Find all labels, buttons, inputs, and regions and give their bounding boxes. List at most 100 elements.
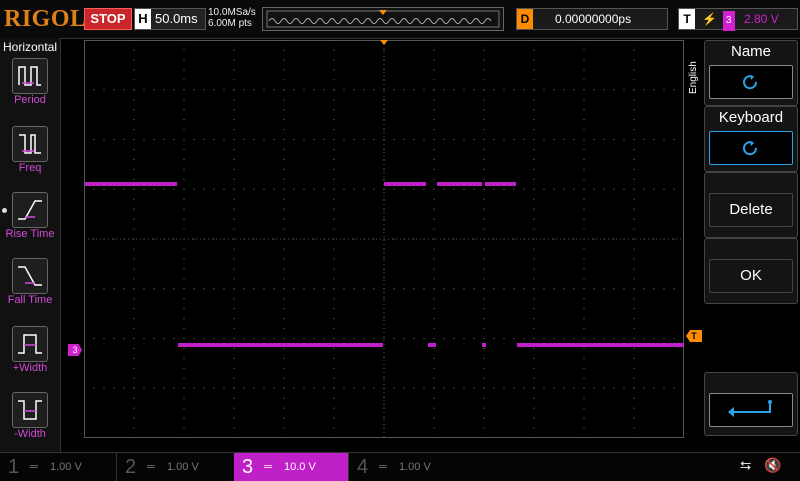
timebase-value: 50.0ms xyxy=(155,11,198,26)
grid-dot xyxy=(513,387,515,389)
trigger-delay-display[interactable]: D 0.00000000ps xyxy=(516,8,668,30)
grid-dot xyxy=(233,268,235,270)
name-label: Name xyxy=(730,43,771,60)
grid-dot xyxy=(553,89,555,91)
grid-dot xyxy=(583,128,585,131)
grid-dot xyxy=(333,397,335,399)
measure-freq[interactable]: Freq xyxy=(0,126,60,192)
grid-dot xyxy=(483,347,485,350)
grid-dot xyxy=(583,99,585,101)
grid-dot xyxy=(383,198,385,200)
measure-pos-width[interactable]: +Width xyxy=(0,326,60,392)
grid-dot xyxy=(433,218,435,220)
trigger-display[interactable]: T ⚡ 3 2.80 V xyxy=(678,8,798,31)
grid-dot xyxy=(333,298,335,300)
grid-dot xyxy=(633,138,635,141)
grid-dot xyxy=(153,288,155,290)
ok-button[interactable]: OK xyxy=(709,259,793,293)
grid-dot xyxy=(673,288,675,290)
channel-3[interactable]: 3 ═ 10.0 V xyxy=(234,453,348,481)
grid-dot xyxy=(533,387,535,389)
grid-dot xyxy=(613,387,615,389)
grid-dot xyxy=(283,178,285,180)
ch1-coupling-icon: ═ xyxy=(30,461,38,473)
grid-dot xyxy=(473,238,475,240)
grid-dot xyxy=(273,238,275,240)
grid-dot xyxy=(473,138,475,141)
grid-dot xyxy=(533,248,535,250)
grid-dot xyxy=(463,387,465,389)
grid-dot xyxy=(643,188,645,190)
grid-dot xyxy=(433,268,435,270)
brand-logo: RIGOL xyxy=(4,6,87,32)
grid-dot xyxy=(483,268,485,270)
softkey-enter[interactable] xyxy=(704,372,798,436)
sample-info: 10.0MSa/s 6.00M pts xyxy=(208,7,256,29)
grid-dot xyxy=(533,407,535,409)
grid-dot xyxy=(533,109,535,111)
neg-width-label: -Width xyxy=(14,428,46,440)
softkey-ok[interactable]: OK xyxy=(704,238,798,304)
grid-dot xyxy=(553,337,555,340)
grid-dot xyxy=(333,218,335,220)
grid-dot xyxy=(523,89,525,91)
run-stop-status[interactable]: STOP xyxy=(84,8,132,30)
delete-button[interactable]: Delete xyxy=(709,193,793,227)
name-refresh-button[interactable] xyxy=(709,65,793,99)
measure-fall-time[interactable]: Fall Time xyxy=(0,258,60,324)
grid-dot xyxy=(283,367,285,369)
memory-map xyxy=(262,7,504,31)
grid-dot xyxy=(153,188,155,190)
grid-dot xyxy=(583,407,585,409)
grid-dot xyxy=(113,138,115,141)
grid-dot xyxy=(343,288,345,290)
grid-dot xyxy=(333,337,335,340)
timebase-display[interactable]: H 50.0ms xyxy=(134,8,206,30)
timebase-key: H xyxy=(135,9,151,29)
grid-dot xyxy=(133,268,135,270)
grid-dot xyxy=(533,347,535,350)
softkey-name[interactable]: Name xyxy=(704,40,798,106)
grid-dot xyxy=(543,188,545,190)
grid-dot xyxy=(233,407,235,409)
grid-dot xyxy=(433,238,435,240)
grid-dot xyxy=(603,337,605,340)
measure-period[interactable]: Period xyxy=(0,58,60,124)
channel-2[interactable]: 2 ═ 1.00 V xyxy=(116,453,235,481)
grid-dot xyxy=(633,288,635,290)
grid-dot xyxy=(323,337,325,340)
grid-dot xyxy=(233,59,235,61)
keyboard-refresh-button[interactable] xyxy=(709,131,793,165)
softkey-keyboard[interactable]: Keyboard xyxy=(704,106,798,172)
grid-dot xyxy=(133,347,135,350)
measure-neg-width[interactable]: -Width xyxy=(0,392,60,458)
enter-button[interactable] xyxy=(709,393,793,427)
grid-dot xyxy=(583,228,585,230)
grid-dot xyxy=(433,128,435,131)
waveform-area[interactable] xyxy=(83,39,684,439)
grid-dot xyxy=(453,238,455,240)
grid-dot xyxy=(433,258,435,260)
grid-dot xyxy=(583,248,585,250)
grid-dot xyxy=(583,109,585,111)
channel-4[interactable]: 4 ═ 1.00 V xyxy=(348,453,465,481)
measure-rise-time[interactable]: Rise Time xyxy=(0,192,60,258)
grid-dot xyxy=(623,138,625,141)
grid-dot xyxy=(483,69,485,71)
grid-dot xyxy=(673,238,675,240)
grid-dot xyxy=(373,387,375,389)
grid-dot xyxy=(233,347,235,350)
ch3-offset-marker[interactable]: 3 xyxy=(68,344,82,356)
softkey-delete[interactable]: Delete xyxy=(704,172,798,238)
grid-dot xyxy=(183,387,185,389)
trigger-level-marker[interactable]: T xyxy=(686,330,702,342)
grid-dot xyxy=(423,337,425,340)
grid-dot xyxy=(333,119,335,121)
grid-dot xyxy=(133,248,135,250)
grid-dot xyxy=(213,387,215,389)
grid-dot xyxy=(483,397,485,399)
channel-1[interactable]: 1 ═ 1.00 V xyxy=(0,453,116,481)
speaker-mute-icon[interactable]: 🔇 xyxy=(764,457,781,474)
grid-dot xyxy=(133,228,135,230)
grid-dot xyxy=(493,188,495,190)
